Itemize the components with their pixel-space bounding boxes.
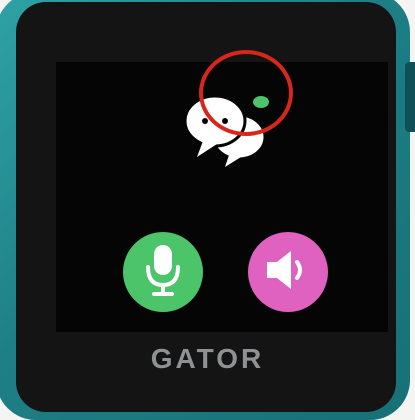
volume-button[interactable]: [248, 232, 328, 312]
voice-message-button[interactable]: [123, 232, 203, 312]
highlight-circle-annotation: [199, 50, 293, 136]
microphone-icon: [143, 243, 183, 302]
brand-label: GATOR: [150, 343, 265, 374]
watch-side-button[interactable]: [405, 62, 415, 132]
speaker-icon: [263, 247, 313, 298]
